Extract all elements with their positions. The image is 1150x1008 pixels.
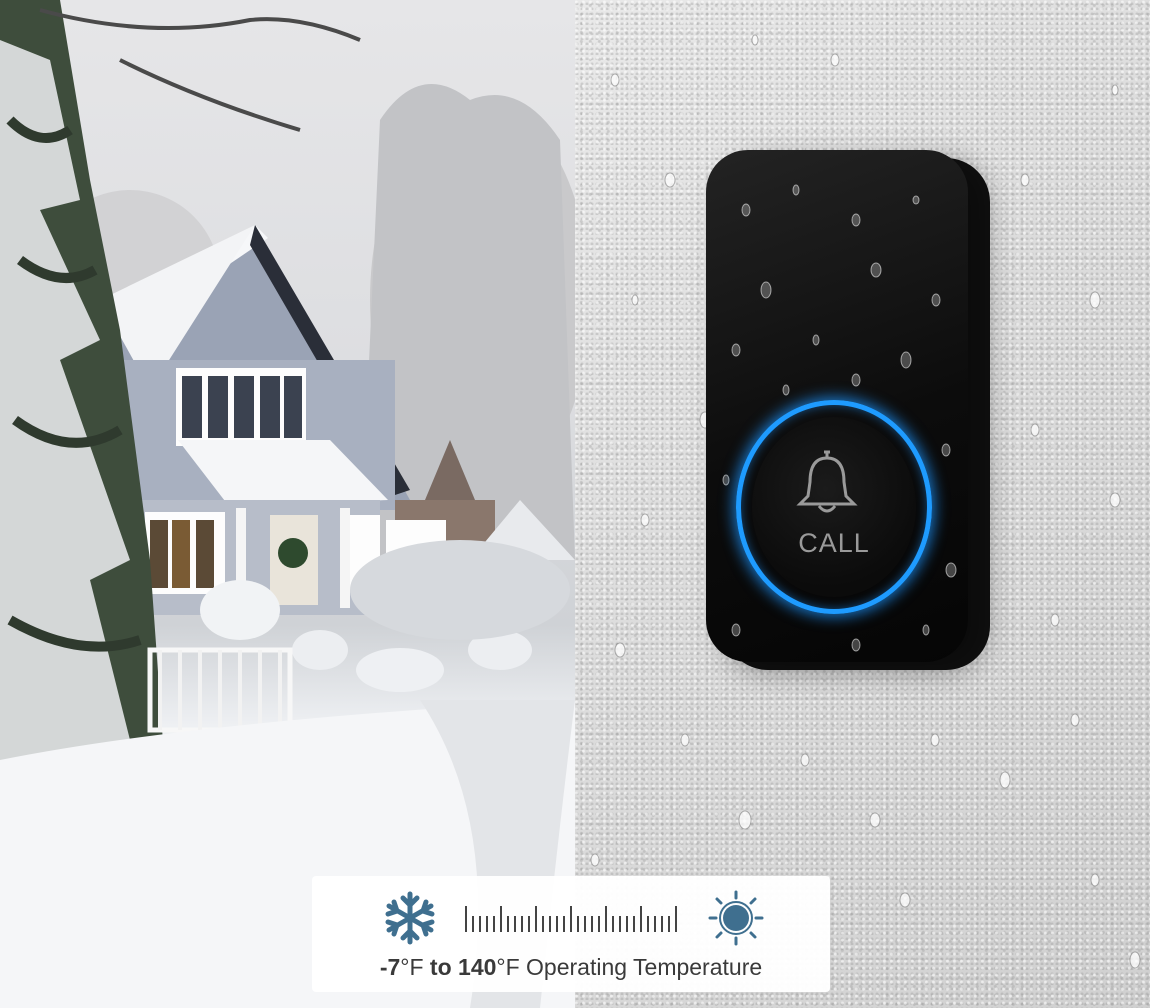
- winter-house-scene: [0, 0, 575, 1008]
- min-temperature: -7: [379, 954, 401, 980]
- snowflake-icon: [385, 891, 435, 945]
- temperature-suffix: Operating Temperature: [526, 954, 763, 980]
- call-label: CALL: [798, 528, 870, 558]
- min-temperature-unit: °F: [400, 954, 424, 980]
- temperature-scale: [465, 906, 677, 932]
- sun-icon: [708, 890, 764, 946]
- max-temperature: 140: [458, 954, 497, 980]
- operating-temperature-panel: -7°F to 140°F Operating Temperature: [312, 876, 830, 992]
- temperature-connector: to: [429, 954, 452, 980]
- bell-icon: [796, 450, 858, 513]
- operating-temperature-text: -7°F to 140°F Operating Temperature: [312, 954, 830, 981]
- doorbell-button-unit: CALL: [706, 150, 990, 670]
- max-temperature-unit: °F: [496, 954, 520, 980]
